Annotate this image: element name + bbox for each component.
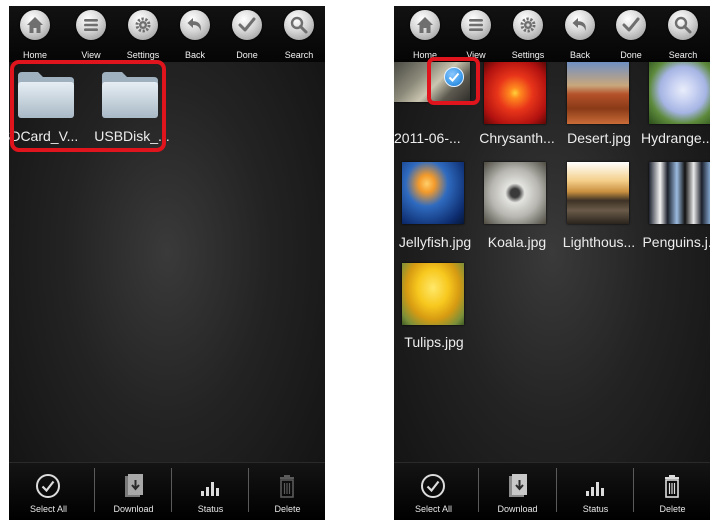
home-button[interactable]: Home bbox=[10, 8, 60, 62]
file-label: Penguins.j... bbox=[642, 234, 710, 250]
checkmark-icon bbox=[232, 10, 262, 40]
search-icon bbox=[668, 10, 698, 40]
download-button[interactable]: Download bbox=[94, 463, 173, 520]
trash-icon bbox=[280, 475, 294, 498]
top-toolbar: Home View Settings Back Done Search bbox=[394, 6, 710, 62]
delete-button[interactable]: Delete bbox=[633, 463, 710, 520]
home-label: Home bbox=[22, 50, 47, 60]
chrysanthemum-thumbnail bbox=[484, 62, 546, 124]
home-button[interactable]: Home bbox=[400, 8, 450, 62]
file-label: Lighthous... bbox=[562, 234, 636, 250]
file-label: Tulips.jpg bbox=[404, 334, 464, 350]
select-all-button[interactable]: Select All bbox=[9, 463, 88, 520]
jellyfish-thumbnail bbox=[402, 162, 464, 224]
list-icon bbox=[76, 10, 106, 40]
trash-icon bbox=[665, 475, 679, 498]
view-label: View bbox=[81, 50, 101, 60]
select-all-label: Select All bbox=[29, 504, 68, 514]
bar-chart-icon bbox=[201, 482, 219, 496]
gear-icon bbox=[513, 10, 543, 40]
bottom-action-bar: Select All Download Status Delete bbox=[394, 462, 710, 520]
selection-highlight bbox=[427, 57, 480, 105]
file-item[interactable]: Chrysanth... bbox=[476, 62, 556, 162]
status-label: Status bbox=[197, 504, 224, 514]
download-button[interactable]: Download bbox=[478, 463, 557, 520]
search-label: Search bbox=[668, 50, 698, 60]
file-item[interactable]: Hydrange... bbox=[640, 62, 710, 162]
file-label: Jellyfish.jpg bbox=[398, 234, 472, 250]
back-arrow-icon bbox=[565, 10, 595, 40]
done-button[interactable]: Done bbox=[222, 8, 272, 62]
download-icon bbox=[125, 474, 143, 497]
search-label: Search bbox=[284, 50, 314, 60]
file-item[interactable]: Koala.jpg bbox=[476, 162, 556, 262]
back-label: Back bbox=[184, 50, 205, 60]
gear-icon bbox=[128, 10, 158, 40]
file-label: Hydrange... bbox=[641, 130, 710, 146]
status-button[interactable]: Status bbox=[171, 463, 250, 520]
tulips-thumbnail bbox=[402, 263, 464, 325]
download-label: Download bbox=[497, 504, 538, 514]
bottom-action-bar: Select All Download Status Delete bbox=[9, 462, 325, 520]
checkmark-icon bbox=[616, 10, 646, 40]
lighthouse-thumbnail bbox=[567, 162, 629, 224]
bar-chart-icon bbox=[586, 482, 604, 496]
view-button[interactable]: View bbox=[451, 8, 501, 62]
settings-label: Settings bbox=[126, 50, 160, 60]
file-label: Chrysanth... bbox=[479, 130, 555, 146]
search-button[interactable]: Search bbox=[658, 8, 708, 62]
file-label: Koala.jpg bbox=[487, 234, 547, 250]
file-item[interactable]: Desert.jpg bbox=[558, 62, 638, 162]
hydrangea-thumbnail bbox=[649, 62, 710, 124]
file-item[interactable]: Penguins.j... bbox=[640, 162, 710, 262]
penguins-thumbnail bbox=[649, 162, 710, 224]
delete-button[interactable]: Delete bbox=[248, 463, 325, 520]
delete-label: Delete bbox=[274, 504, 301, 514]
file-item[interactable]: Tulips.jpg bbox=[394, 263, 474, 363]
file-item[interactable]: Lighthous... bbox=[558, 162, 638, 262]
file-label: Desert.jpg bbox=[567, 130, 631, 146]
download-label: Download bbox=[113, 504, 154, 514]
settings-button[interactable]: Settings bbox=[503, 8, 553, 62]
select-all-label: Select All bbox=[414, 504, 453, 514]
done-label: Done bbox=[620, 50, 642, 60]
list-icon bbox=[461, 10, 491, 40]
selection-highlight bbox=[10, 60, 166, 152]
file-item[interactable]: Jellyfish.jpg bbox=[394, 162, 474, 262]
status-button[interactable]: Status bbox=[556, 463, 635, 520]
home-icon bbox=[410, 10, 440, 40]
done-button[interactable]: Done bbox=[606, 8, 656, 62]
search-button[interactable]: Search bbox=[274, 8, 324, 62]
view-button[interactable]: View bbox=[66, 8, 116, 62]
koala-thumbnail bbox=[484, 162, 546, 224]
check-circle-icon bbox=[421, 474, 445, 498]
settings-button[interactable]: Settings bbox=[118, 8, 168, 62]
status-label: Status bbox=[582, 504, 609, 514]
back-button[interactable]: Back bbox=[170, 8, 220, 62]
home-icon bbox=[20, 10, 50, 40]
done-label: Done bbox=[236, 50, 258, 60]
check-circle-icon bbox=[36, 474, 60, 498]
back-arrow-icon bbox=[180, 10, 210, 40]
top-toolbar: Home View Settings Back Done Search bbox=[9, 6, 325, 62]
download-icon bbox=[509, 474, 527, 497]
back-label: Back bbox=[569, 50, 590, 60]
back-button[interactable]: Back bbox=[555, 8, 605, 62]
file-browser-screen-left: Home View Settings Back Done Search DCar… bbox=[9, 6, 325, 520]
file-browser-screen-right: Home View Settings Back Done Search 2011… bbox=[394, 6, 710, 520]
search-icon bbox=[284, 10, 314, 40]
file-label: 2011-06-... bbox=[394, 130, 461, 146]
delete-label: Delete bbox=[659, 504, 686, 514]
desert-thumbnail bbox=[567, 62, 629, 124]
settings-label: Settings bbox=[511, 50, 545, 60]
select-all-button[interactable]: Select All bbox=[394, 463, 473, 520]
